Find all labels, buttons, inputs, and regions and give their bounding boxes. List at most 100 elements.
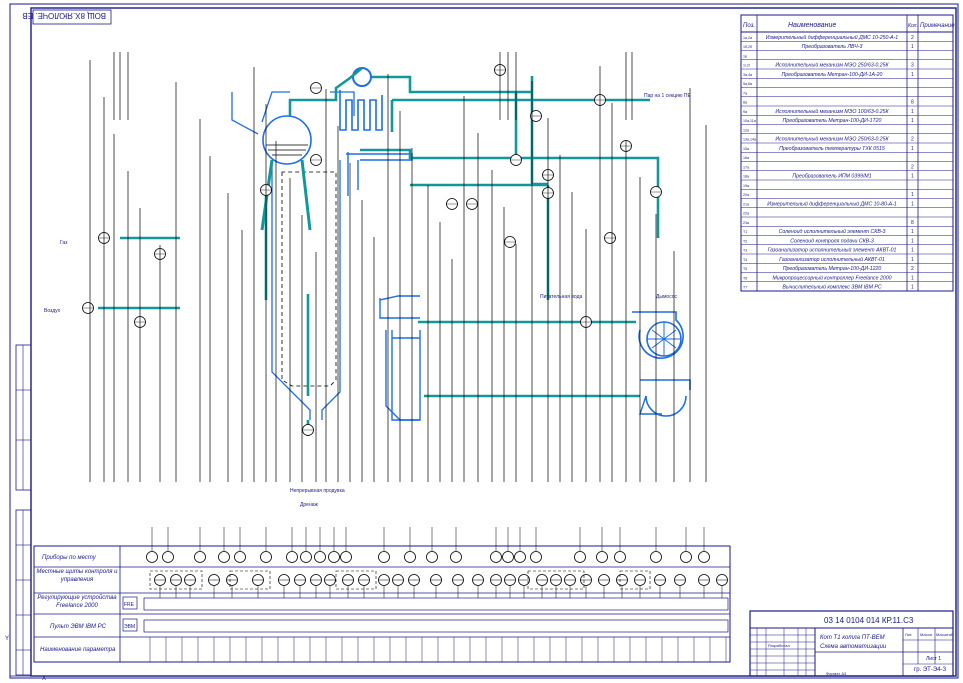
spec-row-pos: 1б,2б [743, 45, 752, 49]
local-instrument [234, 551, 246, 563]
local-instrument [314, 551, 326, 563]
spec-row-pos: 9а [743, 110, 747, 114]
spec-header-note: Примечание [920, 23, 955, 29]
spec-row-name: Газоанализатор исполнительный АКВТ-01 [779, 256, 885, 263]
spec-row-qty: 1 [911, 257, 914, 263]
stamp-scale: Масштаб [936, 632, 954, 637]
spec-row-qty: 1 [911, 248, 914, 254]
panel-group [335, 570, 377, 590]
label-gas-in: Газ [60, 240, 68, 246]
row-label-local: Приборы по месту [42, 555, 97, 561]
local-instrument [502, 551, 514, 563]
spec-row-pos: Т2 [743, 239, 747, 243]
local-instrument [146, 551, 158, 563]
row-label-panels: Местные щиты контроля и управления [36, 569, 118, 583]
spec-row-qty: 1 [911, 192, 914, 198]
local-instrument [300, 551, 312, 563]
spec-row-pos: 18а [743, 175, 749, 179]
spec-row-name: Исполнительный механизм МЭО 100/63-0.25К [775, 108, 889, 115]
label-feed-water: Питательная вода [540, 294, 582, 300]
designer-label: Разработал [768, 643, 790, 648]
spec-row-pos: 21а [743, 202, 749, 206]
local-instrument [162, 551, 174, 563]
spec-row-qty: 1 [911, 44, 914, 50]
spec-row-pos: Т7 [743, 286, 747, 290]
spec-row-qty: 1 [911, 118, 914, 124]
spec-row-name: Преобразователь Метран-100-ДИ-1A-20 [782, 72, 883, 78]
spec-row-name: Измерительный дифференциальный ДМС 10-80… [767, 200, 897, 207]
spec-row-name: Соленоид исполнительный элемент СКВ-3 [779, 228, 886, 235]
spec-row-qty: 2 [911, 35, 914, 41]
stamp-rotated-text: ВОЩ 8Х.ЯЮЛОЧЕ. ЕВ [22, 11, 106, 20]
spec-row-pos: 12а [743, 128, 749, 132]
spec-row-qty: 1 [911, 146, 914, 152]
spec-row-pos: 19а [743, 184, 749, 188]
spec-row-pos: 20а [743, 193, 749, 197]
drum-water-level [266, 144, 308, 156]
left-side-stamps [15, 344, 32, 676]
local-instrument [698, 551, 710, 563]
convective-pass [346, 152, 421, 421]
stamp-title: Кот Т1 котла ПТ-ВЕМ [820, 635, 885, 641]
label-fan: Дымосос [656, 294, 678, 300]
process-diagram: Пар на 1 секцию ПЕ Газ Воздух Питательна… [44, 52, 707, 508]
local-instrument [260, 551, 272, 563]
local-instrument [450, 551, 462, 563]
local-instrument [426, 551, 438, 563]
spec-row-qty: 2 [911, 137, 914, 143]
local-instrument [650, 551, 662, 563]
local-instrument [340, 551, 352, 563]
spec-row-pos: 15а [743, 147, 749, 151]
label-blowdown: Непрерывная продувка [290, 488, 345, 494]
spec-row-name: Измерительный дифференциальный ДМС 10-25… [766, 34, 899, 41]
spec-row-pos: 10а,11а [743, 119, 756, 123]
local-instrument [614, 551, 626, 563]
blower-fan [639, 379, 691, 417]
riser-pipe [260, 159, 312, 231]
spec-row-pos: Т3 [743, 249, 747, 253]
spec-row-name: Газоанализатор исполнительный элемент АК… [768, 247, 897, 254]
spec-row-pos: Т1 [743, 230, 747, 234]
boiler-drum [262, 115, 312, 165]
spec-row-name: Вычислительный комплекс ЗВМ IBM PC [782, 284, 881, 291]
spec-row-name: Исполнительный механизм МЭО 250/63-0.25К [775, 136, 889, 143]
spec-row-qty: 8 [911, 220, 914, 226]
spec-row-pos: 5а,6а [743, 82, 752, 86]
spec-row-qty: 1 [911, 174, 914, 180]
local-instrument [194, 551, 206, 563]
spec-row-pos: 22а [743, 212, 749, 216]
local-instrument [286, 551, 298, 563]
local-instrument [574, 551, 586, 563]
local-instrument [218, 551, 230, 563]
spec-row-pos: 23а [743, 221, 749, 225]
spec-row-qty: 2 [911, 164, 914, 170]
local-instrument [596, 551, 608, 563]
stamp-lit: Лит. [905, 632, 912, 637]
spec-row-pos: 13а,14а [743, 138, 756, 142]
stamp-mass: Масса [920, 632, 933, 637]
specification-table: Поз. Наименование Кол. Примечание 1а,2а И… [740, 14, 955, 292]
spec-row-pos: 16а [743, 156, 749, 160]
spec-row-pos: Т5 [743, 267, 747, 271]
process-pipes [98, 67, 660, 436]
spec-row-name: Преобразователь ЛВЧ-3 [802, 44, 863, 50]
local-instrument [680, 551, 692, 563]
doc-code: 03 14 0104 014 КР.11.С3 [824, 616, 914, 625]
spec-row-pos: Т6 [743, 276, 747, 280]
spec-row-pos: 3а,4а [743, 73, 752, 77]
spec-row-pos: 7а [743, 91, 747, 95]
sheet-number: Лист 1 [926, 656, 941, 662]
local-instrument [378, 551, 390, 563]
spec-header-qty: Кол. [908, 23, 918, 29]
row-label-freelance: Регулирующие устройства Freelance 2000 [37, 595, 117, 609]
svg-text:Y: Y [5, 636, 9, 642]
spec-row-name: Преобразователь Метран-100-ДИ-1220 [783, 266, 882, 272]
stamp-format: Формат А3 [826, 671, 847, 676]
local-instrument [328, 551, 340, 563]
spec-row-pos: Т4 [743, 258, 747, 262]
stamp-org: гр. ЭТ-Э4-З [914, 667, 946, 673]
label-drum-out: Пар на 1 секцию ПЕ [644, 93, 692, 99]
spec-row-qty: 1 [911, 275, 914, 281]
spec-row-name: Исполнительный механизм МЭО 250/63-0.25К [775, 62, 889, 69]
separator [352, 67, 372, 87]
